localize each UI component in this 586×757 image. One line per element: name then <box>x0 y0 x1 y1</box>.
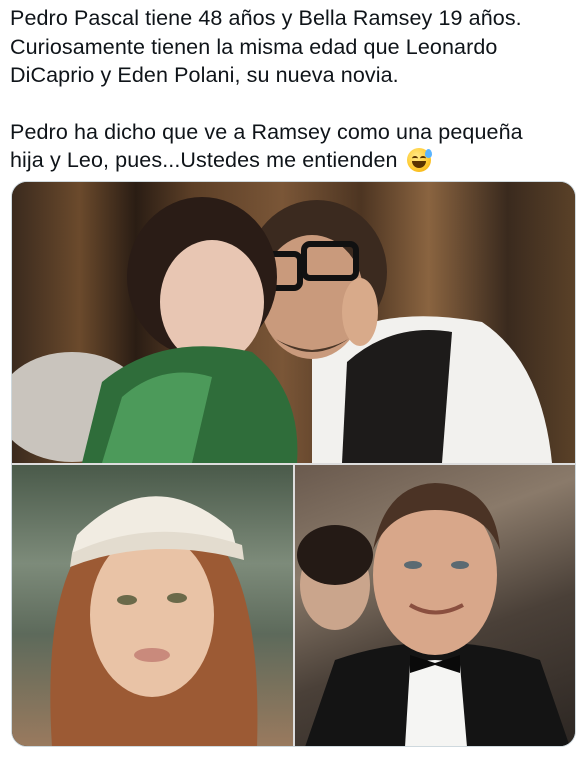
photo-leonardo-dicaprio[interactable] <box>295 465 575 746</box>
photo-pedro-pascal-bella-ramsey[interactable] <box>12 182 575 463</box>
tweet-line: hija y Leo, pues...Ustedes me entienden <box>10 146 576 175</box>
tweet-line: Pedro Pascal tiene 48 años y Bella Ramse… <box>10 6 522 30</box>
photo-eden-polani[interactable] <box>12 465 293 746</box>
tweet-media-collage[interactable] <box>11 181 576 747</box>
tweet-text: Pedro Pascal tiene 48 años y Bella Ramse… <box>10 4 576 175</box>
tweet-line-text: hija y Leo, pues...Ustedes me entienden <box>10 148 398 172</box>
tweet-line: Curiosamente tienen la misma edad que Le… <box>10 34 498 59</box>
tweet-line: DiCaprio y Eden Polani, su nueva novia. <box>10 63 399 87</box>
tweet-line: Pedro ha dicho que ve a Ramsey como una … <box>10 119 523 144</box>
grinning-face-with-sweat-icon <box>406 148 432 172</box>
